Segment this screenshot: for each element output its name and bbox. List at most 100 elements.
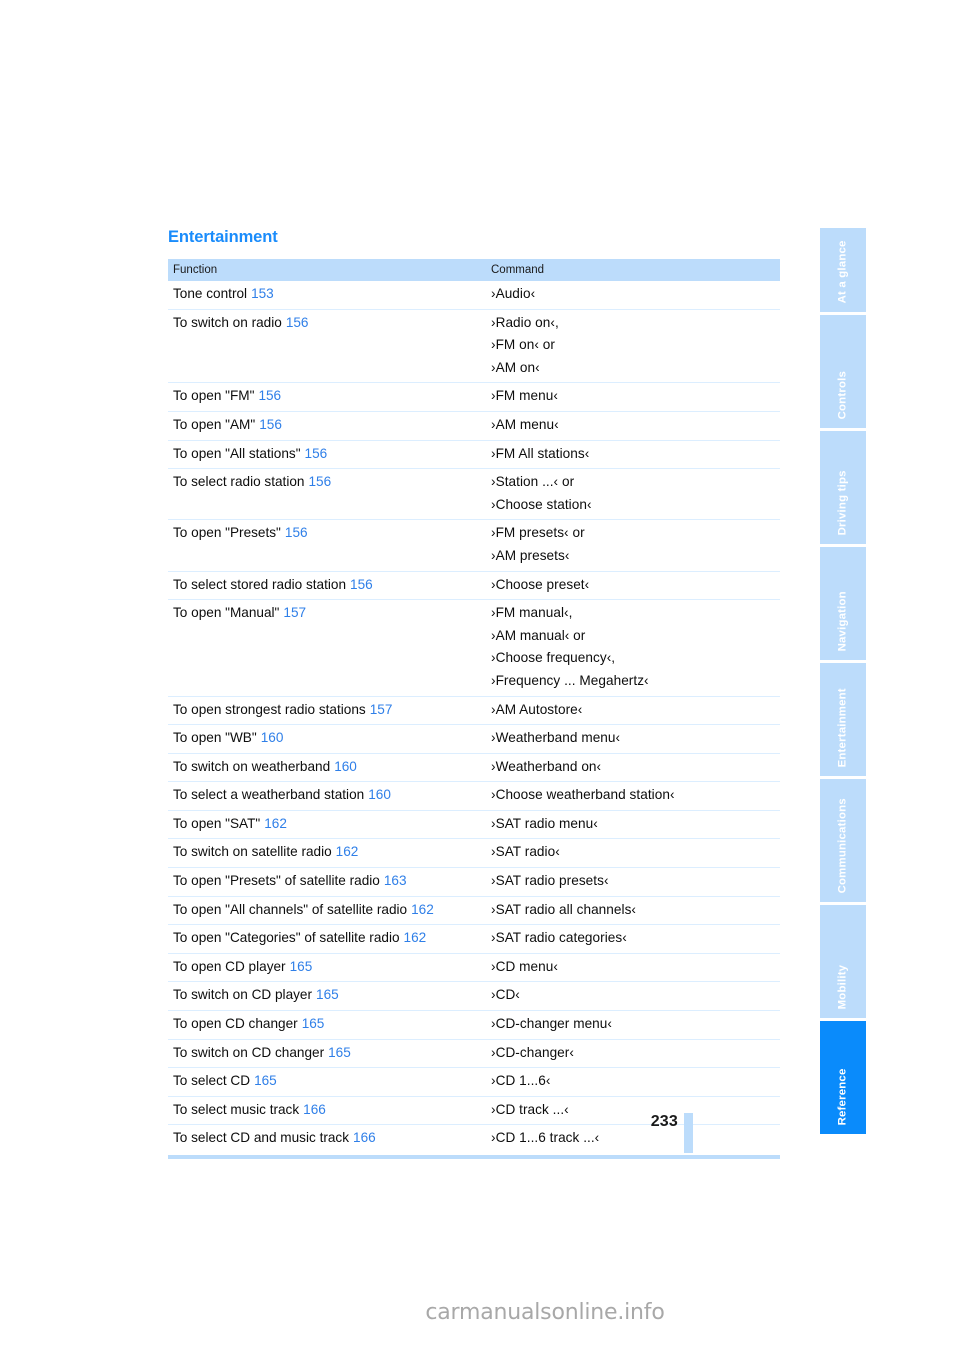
function-label: To select a weatherband station — [173, 787, 365, 803]
column-header-command: Command — [486, 259, 780, 281]
cell-function: To switch on weatherband 160 — [168, 752, 486, 782]
cell-command: ›FM menu‹ — [486, 382, 780, 412]
page-reference-link[interactable]: 156 — [281, 525, 308, 540]
page-reference-link[interactable]: 165 — [324, 1045, 351, 1060]
page-reference-link[interactable]: 165 — [298, 1016, 325, 1031]
page-reference-link[interactable]: 156 — [282, 315, 309, 330]
table-row: To open "Presets" 156 ›FM presets‹ or ›AM … — [168, 519, 780, 572]
section-tab-rail[interactable]: At a glance Controls Driving tips Navigatio… — [820, 228, 866, 1137]
function-label: To open "All channels" of satellite radi… — [173, 901, 408, 917]
section-tab-reference[interactable]: Reference — [820, 1021, 866, 1134]
cell-function: To open "Categories" of satellite radio 1… — [168, 924, 486, 954]
section-tab-communications[interactable]: Communications — [820, 779, 866, 902]
table-row: To open "All stations" 156 ›FM All station… — [168, 439, 780, 469]
table-header: Function Command — [168, 259, 780, 281]
page-reference-link[interactable]: 153 — [247, 286, 274, 301]
table-row: To open "AM" 156 ›AM menu‹ — [168, 410, 780, 441]
page-reference-link[interactable]: 156 — [346, 577, 373, 592]
function-label: To open CD changer — [173, 1016, 298, 1032]
function-label: To open "AM" — [173, 416, 256, 432]
cell-command: ›Weatherband menu‹ — [486, 724, 780, 754]
page-content: Entertainment Function Command Tone cont… — [168, 228, 780, 1160]
page-reference-link[interactable]: 160 — [257, 730, 284, 745]
table-row: To switch on CD changer 165 ›CD-changer‹ — [168, 1038, 780, 1068]
table-row: To switch on weatherband 160 ›Weatherband … — [168, 752, 780, 782]
cell-command: ›Radio on‹, ›FM on‹ or ›AM on‹ — [486, 308, 780, 383]
section-tab-label: Controls — [836, 370, 849, 419]
page-reference-link[interactable]: 162 — [332, 844, 359, 859]
page-reference-link[interactable]: 156 — [304, 474, 331, 489]
table-row: Tone control 153 ›Audio‹ — [168, 281, 780, 309]
page-reference-link[interactable]: 165 — [312, 987, 339, 1002]
function-label: To select stored radio station — [173, 576, 347, 592]
cell-function: To switch on satellite radio 162 — [168, 838, 486, 868]
cell-command: ›FM manual‹, ›AM manual‹ or ›Choose freq… — [486, 599, 780, 696]
cell-function: To switch on CD player 165 — [168, 981, 486, 1011]
cell-function: To select radio station 156 — [168, 468, 486, 520]
cell-command: ›CD-changer‹ — [486, 1038, 780, 1068]
section-tab-driving-tips[interactable]: Driving tips — [820, 431, 866, 544]
page-reference-link[interactable]: 156 — [255, 417, 282, 432]
cell-function: To open "Manual" 157 — [168, 599, 486, 696]
function-label: To select music track — [173, 1101, 300, 1117]
page-reference-link[interactable]: 166 — [299, 1102, 326, 1117]
table-row: To open "All channels" of satellite radi… — [168, 895, 780, 925]
page-reference-link[interactable]: 162 — [260, 816, 287, 831]
page-reference-link[interactable]: 163 — [380, 873, 407, 888]
cell-command: ›Audio‹ — [491, 286, 536, 301]
section-tab-at-a-glance[interactable]: At a glance — [820, 228, 866, 312]
cell-command: ›CD-changer menu‹ — [486, 1010, 780, 1040]
function-label: To open "Presets" — [173, 525, 281, 541]
page-reference-link[interactable]: 156 — [254, 388, 281, 403]
cell-function: To select a weatherband station 160 — [168, 781, 486, 811]
cell-command: ›SAT radio all channels‹ — [486, 895, 780, 925]
cell-command: ›CD‹ — [486, 981, 780, 1011]
function-label: To open "FM" — [173, 388, 255, 404]
section-tab-mobility[interactable]: Mobility — [820, 905, 866, 1018]
cell-command: ›Choose preset‹ — [486, 570, 780, 600]
table-header-row: Function Command — [168, 259, 780, 281]
table-row: To select stored radio station 156 ›Choose… — [168, 570, 780, 600]
page-marker-bar — [684, 1113, 693, 1153]
cell-command: ›Weatherband on‹ — [486, 752, 780, 782]
function-label: To open CD player — [173, 958, 286, 974]
page-reference-link[interactable]: 156 — [301, 446, 328, 461]
page-reference-link[interactable]: 157 — [366, 702, 393, 717]
page-reference-link[interactable]: 160 — [364, 787, 391, 802]
cell-command: ›AM Autostore‹ — [486, 695, 780, 725]
section-tab-label: Driving tips — [836, 469, 849, 535]
function-label: To open "Presets" of satellite radio — [173, 873, 380, 889]
cell-command: ›SAT radio‹ — [486, 838, 780, 868]
function-label: To open "SAT" — [173, 815, 261, 831]
page-reference-link[interactable]: 165 — [250, 1073, 277, 1088]
cell-command: ›CD menu‹ — [486, 952, 780, 982]
page-reference-link[interactable]: 166 — [349, 1130, 376, 1145]
section-tab-navigation[interactable]: Navigation — [820, 547, 866, 660]
table-row: To open CD player 165 ›CD menu‹ — [168, 952, 780, 982]
cell-function: To open "AM" 156 — [168, 410, 486, 441]
section-tab-entertainment[interactable]: Entertainment — [820, 663, 866, 776]
cell-function: To select CD 165 — [168, 1067, 486, 1097]
cell-command: ›SAT radio menu‹ — [486, 809, 780, 839]
watermark: carmanualsonline.info — [0, 1300, 960, 1325]
table-row: To open strongest radio stations 157 ›AM A… — [168, 695, 780, 725]
section-tab-label: Communications — [836, 797, 849, 893]
cell-function: To open "FM" 156 — [168, 382, 486, 412]
page-reference-link[interactable]: 157 — [279, 605, 306, 620]
cell-function: To open "All channels" of satellite radi… — [168, 895, 486, 925]
section-tab-controls[interactable]: Controls — [820, 315, 866, 428]
function-label: To open strongest radio stations — [173, 701, 366, 717]
cell-function: To open "Presets" 156 — [168, 519, 486, 572]
function-label: Tone control — [173, 286, 248, 301]
page-reference-link[interactable]: 160 — [330, 759, 357, 774]
function-label: To open "WB" — [173, 730, 257, 746]
function-label: To switch on weatherband — [173, 758, 331, 774]
table-body: Tone control 153 ›Audio‹ To switch on radio… — [168, 281, 780, 1160]
page-reference-link[interactable]: 162 — [407, 902, 434, 917]
page-reference-link[interactable]: 162 — [400, 930, 427, 945]
page-number: 233 — [650, 1113, 678, 1130]
cell-command: ›FM All stations‹ — [486, 439, 780, 469]
cell-command: ›Choose weatherband station‹ — [486, 781, 780, 811]
function-label: To open "Manual" — [173, 605, 280, 621]
page-reference-link[interactable]: 165 — [286, 959, 313, 974]
